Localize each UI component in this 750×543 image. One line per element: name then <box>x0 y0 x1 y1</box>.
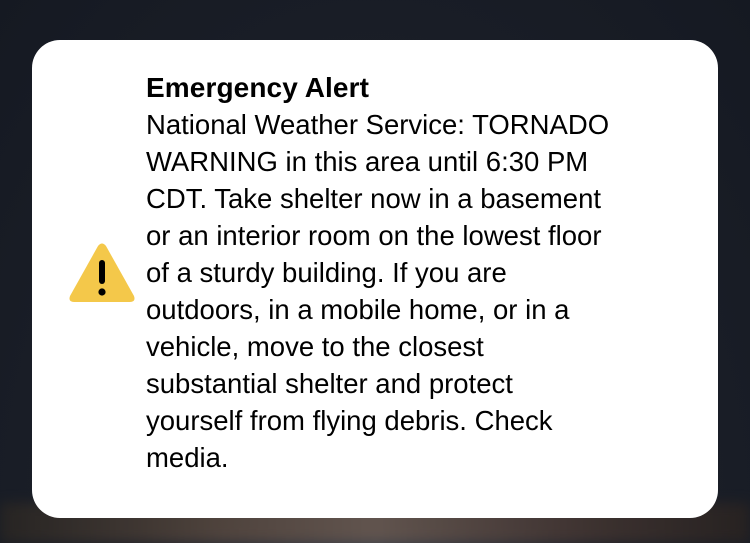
emergency-alert-card[interactable]: Emergency Alert National Weather Service… <box>32 40 718 518</box>
alert-title: Emergency Alert <box>146 72 369 103</box>
alert-content: Emergency Alert National Weather Service… <box>146 70 686 476</box>
warning-triangle-icon <box>68 242 136 304</box>
alert-message: National Weather Service: TORNADO WARNIN… <box>146 109 610 473</box>
